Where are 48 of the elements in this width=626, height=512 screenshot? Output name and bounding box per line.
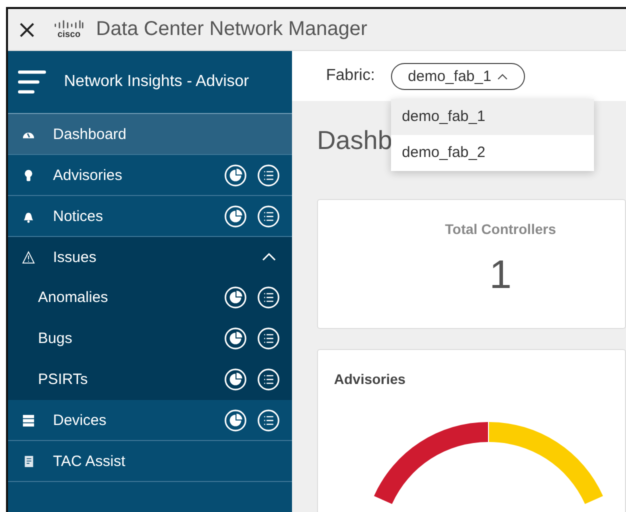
stat-value: 1: [488, 253, 513, 298]
logo-text: cisco: [57, 30, 80, 39]
pie-chart-icon[interactable]: [224, 327, 247, 350]
window-title: Data Center Network Manager: [96, 18, 368, 41]
dropdown-option[interactable]: demo_fab_2: [390, 134, 594, 170]
sidebar-item[interactable]: Issues: [8, 237, 292, 277]
list-icon[interactable]: [257, 327, 280, 350]
item-label: Bugs: [38, 330, 74, 347]
item-label: Advisories: [53, 166, 124, 184]
app-title: Network Insights - Advisor: [64, 73, 249, 91]
list-icon[interactable]: [257, 408, 280, 432]
card-title: Advisories: [333, 370, 407, 387]
pie-chart-icon[interactable]: [224, 368, 247, 391]
logo-bars-icon: [54, 20, 84, 30]
warning-icon: [22, 250, 35, 264]
page-title: Dashb: [317, 125, 392, 157]
card-title: Total Controllers: [444, 220, 557, 237]
server-icon: [22, 414, 35, 426]
sidebar-item[interactable]: Devices: [8, 400, 292, 441]
sidebar-item[interactable]: Dashboard: [8, 113, 292, 155]
sidebar-subitem[interactable]: Anomalies: [8, 277, 292, 318]
dropdown-option[interactable]: demo_fab_1: [390, 98, 594, 134]
item-label: Anomalies: [38, 289, 110, 306]
item-label: PSIRTs: [38, 371, 89, 388]
bulb-icon: [22, 168, 35, 182]
item-label: Dashboard: [53, 126, 128, 142]
pie-chart-icon[interactable]: [224, 408, 247, 432]
sidebar-subitem[interactable]: Bugs: [8, 318, 292, 359]
menu-icon[interactable]: [18, 68, 46, 96]
sidebar-item[interactable]: Advisories: [8, 155, 292, 196]
fabric-label: Fabric:: [326, 67, 375, 85]
item-label: TAC Assist: [53, 452, 126, 470]
pie-chart-icon[interactable]: [224, 204, 247, 228]
item-label: Devices: [53, 412, 108, 428]
sidebar-item[interactable]: TAC Assist: [8, 441, 292, 482]
pie-chart-icon[interactable]: [224, 164, 247, 186]
list-icon[interactable]: [257, 368, 280, 391]
list-icon[interactable]: [257, 164, 280, 186]
list-icon[interactable]: [257, 204, 280, 228]
sidebar-subitem[interactable]: PSIRTs: [8, 359, 292, 400]
close-icon[interactable]: [18, 20, 36, 38]
document-icon: [22, 454, 35, 468]
pie-chart-icon[interactable]: [224, 286, 247, 309]
list-icon[interactable]: [257, 286, 280, 309]
chevron-icon[interactable]: [262, 252, 276, 262]
item-label: Notices: [53, 208, 104, 224]
fabric-dropdown[interactable]: demo_fab_1: [390, 62, 526, 90]
item-label: Issues: [53, 248, 98, 266]
